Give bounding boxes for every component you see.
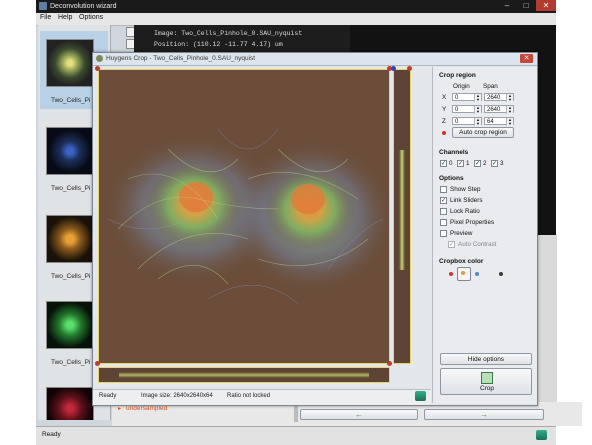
pixel-properties-label: Pixel Properties — [450, 219, 495, 226]
thumbnail-3-label: Two_Cells_Pi — [51, 273, 91, 280]
app-icon — [39, 2, 47, 10]
preview-label: Preview — [450, 230, 473, 237]
crop-button-label: Crop — [479, 385, 495, 392]
thumbnail-3[interactable] — [46, 215, 94, 263]
crop-options-panel: Crop region Origin Span X 0 ▲ ▼ 2640 ▲ ▼ Y 0… — [432, 67, 537, 403]
auto-crop-indicator-icon — [442, 131, 446, 135]
y-span-spinbox[interactable]: 2640 ▲ ▼ — [484, 105, 514, 114]
menu-options[interactable]: Options — [79, 14, 103, 21]
wizard-status-text: Ready — [42, 431, 61, 438]
thumbnail-2-label: Two_Cells_Pi — [51, 185, 91, 192]
auto-crop-region-button[interactable]: Auto crop region — [452, 127, 514, 138]
channel-2-checkbox[interactable]: ✓ — [474, 160, 481, 167]
xz-projection-view[interactable] — [98, 367, 390, 383]
menu-file[interactable]: File — [40, 14, 51, 21]
crop-title: Huygens Crop - Two_Cells_Pinhole_0.SAU_n… — [106, 55, 256, 62]
crop-handle-bottom-left[interactable] — [95, 361, 100, 366]
channel-2-label: 2 — [483, 160, 487, 167]
right-scrollbar[interactable] — [536, 235, 557, 425]
thumbnail-1-label: Two_Cells_Pi — [51, 97, 91, 104]
yz-handle-top-right[interactable] — [407, 66, 412, 71]
yz-projection-view[interactable] — [393, 69, 411, 364]
thumbnail-1[interactable] — [46, 39, 94, 87]
hide-options-button[interactable]: Hide options — [440, 353, 532, 365]
next-arrow-button[interactable]: → — [424, 409, 544, 420]
pixel-properties-checkbox[interactable] — [440, 219, 447, 226]
channels-heading: Channels — [439, 149, 469, 156]
cropbox-color-heading: Cropbox color — [439, 258, 484, 265]
yz-signal — [399, 150, 405, 270]
crop-handle-bottom-right[interactable] — [387, 361, 392, 366]
crop-close-button[interactable]: ✕ — [520, 54, 533, 63]
y-origin-spinbox[interactable]: 0 ▲ ▼ — [452, 105, 482, 114]
thumbnail-5[interactable] — [46, 387, 94, 420]
preview-checkbox[interactable] — [440, 230, 447, 237]
close-button[interactable]: ✕ — [536, 0, 556, 11]
menu-help[interactable]: Help — [58, 14, 72, 21]
color-yellow-option-selected[interactable] — [457, 267, 471, 281]
maximize-button[interactable]: □ — [517, 0, 535, 11]
wizard-title-bar: Deconvolution wizard – □ ✕ — [36, 0, 556, 13]
axis-y-label: Y — [442, 106, 447, 113]
z-origin-spinbox[interactable]: 0 ▲ ▼ — [452, 117, 482, 126]
lock-ratio-label: Lock Ratio — [450, 208, 480, 215]
back-arrow-button[interactable]: ← — [300, 409, 418, 420]
channel-1-checkbox[interactable]: ✓ — [457, 160, 464, 167]
thumbnail-2[interactable] — [46, 127, 94, 175]
show-step-checkbox[interactable] — [440, 186, 447, 193]
color-black-option[interactable] — [499, 272, 503, 276]
x-span-spinbox[interactable]: 2640 ▲ ▼ — [484, 93, 514, 102]
yz-handle-top-left[interactable] — [391, 66, 396, 71]
color-blue-option[interactable] — [475, 272, 479, 276]
color-red-option[interactable] — [449, 272, 453, 276]
position-line: Position: (110.12 -11.77 4.17) um — [154, 41, 283, 48]
crop-title-bar: Huygens Crop - Two_Cells_Pinhole_0.SAU_n… — [93, 53, 537, 66]
crop-button[interactable]: Crop — [440, 368, 532, 395]
axis-x-label: X — [442, 94, 447, 101]
options-heading: Options — [439, 175, 464, 182]
auto-contrast-checkbox[interactable]: ✓ — [448, 241, 455, 248]
channel-1-label: 1 — [466, 160, 470, 167]
x-origin-spinbox[interactable]: 0 ▲ ▼ — [452, 93, 482, 102]
z-span-spinbox[interactable]: 64 ▲ ▼ — [484, 117, 514, 126]
link-sliders-label: Link Sliders — [450, 197, 483, 204]
channel-3-label: 3 — [500, 160, 504, 167]
warning-icon: ▸ — [118, 406, 122, 412]
crop-status-ready: Ready — [99, 393, 117, 399]
huygens-crop-window: Huygens Crop - Two_Cells_Pinhole_0.SAU_n… — [92, 52, 538, 406]
crop-status-image-size: Image size: 2640x2640x64 — [141, 393, 213, 399]
crop-status-bar: Ready Image size: 2640x2640x64 Ratio not… — [93, 389, 431, 405]
huygens-logo-icon — [536, 430, 547, 440]
image-name-line: Image: Two_Cells_Pinhole_0.SAU_nyquist — [154, 30, 303, 37]
crop-logo-icon — [415, 391, 426, 401]
image-info-panel: Image: Two_Cells_Pinhole_0.SAU_nyquist P… — [134, 25, 362, 53]
crop-icon — [481, 372, 493, 384]
lock-ratio-checkbox[interactable] — [440, 208, 447, 215]
crop-status-ratio: Ratio not locked — [227, 393, 271, 399]
auto-contrast-label: Auto Contrast — [458, 241, 497, 248]
channel-0-label: 0 — [449, 160, 453, 167]
thumbnail-4[interactable] — [46, 301, 94, 349]
yellow-dot-icon — [461, 271, 465, 275]
xz-signal — [119, 372, 369, 378]
xy-image-view[interactable] — [95, 66, 392, 366]
show-step-label: Show Step — [450, 186, 481, 193]
span-column-label: Span — [483, 83, 498, 90]
crop-region-heading: Crop region — [439, 72, 476, 79]
thumbnail-4-label: Two_Cells_Pi — [51, 359, 91, 366]
crop-handle-top-left[interactable] — [95, 66, 100, 71]
warning-text: undersampled — [126, 405, 168, 412]
link-sliders-checkbox[interactable]: ✓ — [440, 197, 447, 204]
origin-column-label: Origin — [453, 83, 470, 90]
channel-3-checkbox[interactable]: ✓ — [491, 160, 498, 167]
wizard-title: Deconvolution wizard — [50, 3, 117, 10]
axis-z-label: Z — [442, 118, 446, 125]
wizard-status-bar: Ready — [36, 426, 556, 445]
channel-0-checkbox[interactable]: ✓ — [440, 160, 447, 167]
crop-app-icon — [96, 55, 103, 62]
minimize-button[interactable]: – — [498, 0, 516, 11]
cell-image — [98, 69, 390, 364]
log-scrollbar[interactable] — [294, 404, 298, 422]
